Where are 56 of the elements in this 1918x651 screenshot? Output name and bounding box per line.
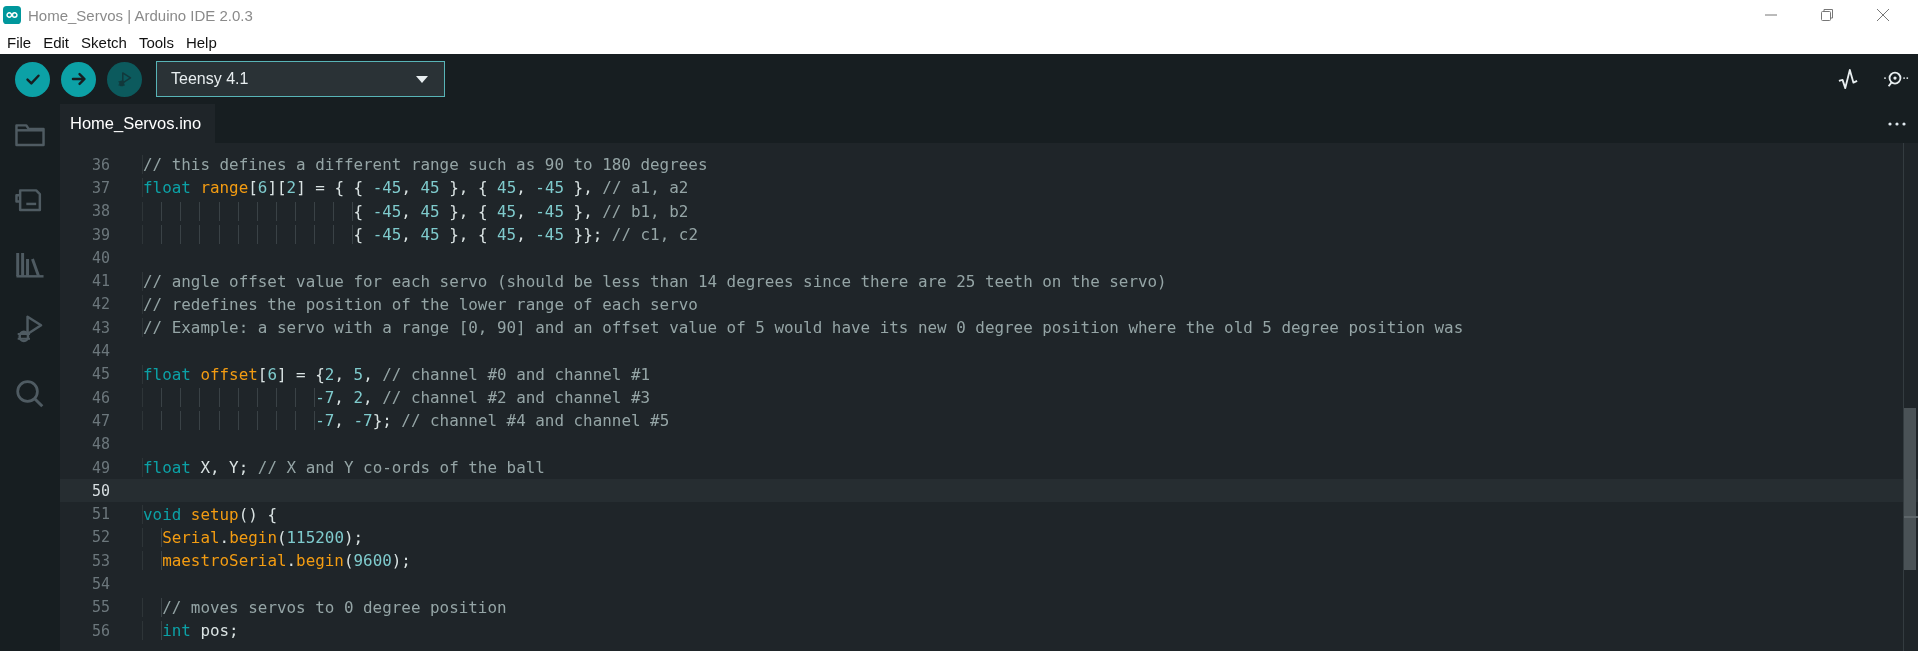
line-number: 39 (90, 225, 110, 244)
more-icon[interactable] (1888, 121, 1906, 126)
plotter-icon[interactable] (1838, 68, 1858, 90)
menu-item[interactable]: Edit (39, 33, 78, 51)
code-line: // redefines the position of the lower range of each servo (142, 294, 698, 314)
code-line: // Example: a servo with a range [0, 90] and an offset value of 5 would have its new 0 degree position where the old 5 degree position was (142, 318, 1464, 338)
close-icon[interactable] (1876, 8, 1890, 22)
search-icon[interactable] (14, 378, 46, 410)
line-number: 46 (90, 388, 110, 407)
line-number: 52 (90, 528, 110, 547)
line-number: 54 (90, 575, 110, 593)
line-number: 51 (90, 505, 110, 524)
menu-item[interactable]: Tools (134, 33, 182, 51)
line-number: 37 (90, 178, 110, 197)
code-line: void setup() { (142, 504, 277, 524)
line-number: 50 (90, 481, 110, 500)
line-number: 45 (90, 365, 110, 384)
code-line: float X, Y; // X and Y co-ords of the ball (142, 458, 545, 477)
line-number: 38 (90, 202, 110, 221)
code-line: -7, -7}; // channel #4 and channel #5 (142, 411, 670, 431)
code-line: -7, 2, // channel #2 and channel #3 (142, 388, 651, 408)
upload-button[interactable] (61, 61, 96, 97)
line-number: 40 (90, 248, 110, 267)
line-number: 55 (90, 598, 110, 617)
window-title: Home_Servos | Arduino IDE 2.0.3 (28, 6, 253, 24)
code-line: float offset[6] = {2, 5, // channel #0 and channel #1 (142, 364, 651, 384)
line-number: 48 (90, 435, 110, 454)
code-line: float range[6][2] = { { -45, 45 }, { 45, -45 }, // a1, a2 (142, 178, 689, 198)
line-number: 56 (90, 621, 110, 640)
code-line: int pos; (142, 621, 239, 641)
board-selector[interactable]: Teensy 4.1 (156, 61, 445, 97)
code-line: // angle offset value for each servo (should be less than 14 degrees since there are 25 teeth on the servo) (142, 271, 1167, 291)
code-line: Serial.begin(115200); (142, 527, 364, 547)
line-number: 53 (90, 551, 110, 570)
verify-button[interactable] (15, 61, 50, 97)
line-number: 42 (90, 295, 110, 314)
file-tab[interactable]: Home_Servos.ino (60, 104, 215, 143)
code-line: { -45, 45 }, { 45, -45 }, // b1, b2 (142, 201, 689, 221)
monitor-icon[interactable] (1881, 69, 1909, 89)
code-line: { -45, 45 }, { 45, -45 }}; // c1, c2 (142, 225, 698, 245)
app-icon (3, 6, 21, 24)
line-number: 43 (90, 318, 110, 337)
line-number: 47 (90, 411, 110, 430)
scrollbar[interactable] (1903, 143, 1918, 651)
line-number: 49 (90, 458, 110, 477)
caret-icon (416, 75, 428, 83)
menu-item[interactable]: Sketch (77, 33, 135, 51)
restore-icon[interactable] (1820, 8, 1834, 22)
line-number: 36 (90, 155, 110, 174)
menu-item[interactable]: Help (181, 33, 225, 51)
menu-item[interactable]: File (3, 33, 40, 51)
line-number: 41 (90, 272, 110, 291)
line-number: 44 (90, 342, 110, 360)
code-line: // moves servos to 0 degree position (142, 597, 507, 617)
code-line: // this defines a different range such as 90 to 180 degrees (142, 155, 708, 175)
code-line: maestroSerial.begin(9600); (142, 551, 411, 571)
